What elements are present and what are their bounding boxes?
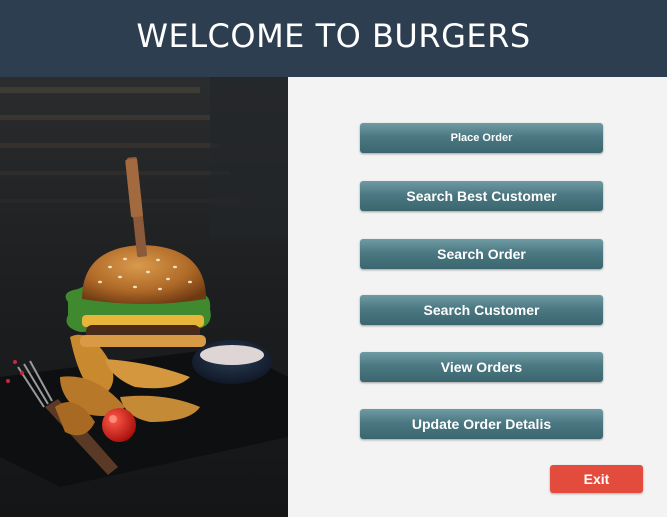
search-best-customer-button[interactable]: Search Best Customer <box>360 181 603 211</box>
menu-panel: Place Order Search Best Customer Search … <box>288 77 667 517</box>
page-title: WELCOME TO BURGERS <box>136 16 531 55</box>
app-header: WELCOME TO BURGERS <box>0 0 667 77</box>
search-customer-button[interactable]: Search Customer <box>360 295 603 325</box>
search-order-button[interactable]: Search Order <box>360 239 603 269</box>
place-order-button[interactable]: Place Order <box>360 123 603 153</box>
update-order-details-button[interactable]: Update Order Detalis <box>360 409 603 439</box>
view-orders-button[interactable]: View Orders <box>360 352 603 382</box>
burger-photo <box>0 77 288 517</box>
exit-button[interactable]: Exit <box>550 465 643 493</box>
